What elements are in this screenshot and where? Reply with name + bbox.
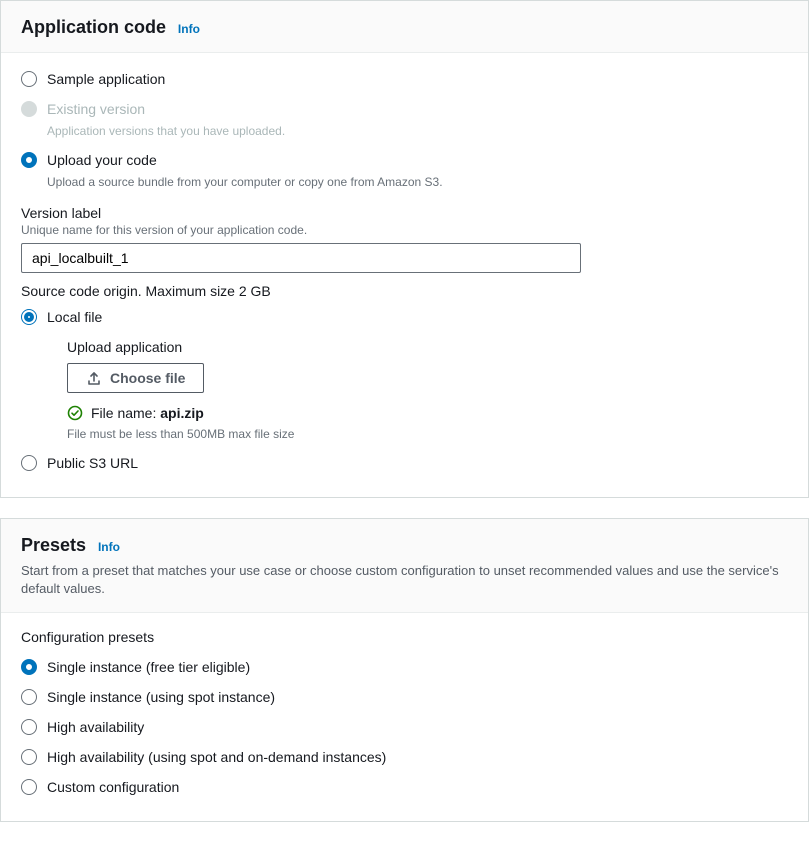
radio-label: Local file [47, 307, 102, 327]
radio-label: Upload your code [47, 150, 157, 170]
local-file-section: Upload application Choose file [47, 339, 788, 441]
radio-icon-selected[interactable] [21, 309, 37, 325]
radio-option-custom-configuration[interactable]: Custom configuration [21, 777, 788, 797]
configuration-presets-heading: Configuration presets [21, 629, 788, 645]
presets-header: Presets Info Start from a preset that ma… [1, 519, 808, 613]
radio-option-high-availability[interactable]: High availability [21, 717, 788, 737]
application-code-header: Application code Info [1, 1, 808, 53]
radio-option-single-instance-spot[interactable]: Single instance (using spot instance) [21, 687, 788, 707]
choose-file-label: Choose file [110, 370, 185, 386]
radio-label: Sample application [47, 69, 165, 89]
radio-option-existing-version: Existing version Application versions th… [21, 99, 788, 140]
radio-option-upload-your-code[interactable]: Upload your code Upload a source bundle … [21, 150, 788, 191]
uploaded-file-row: File name: api.zip [67, 405, 788, 421]
radio-icon[interactable] [21, 455, 37, 471]
presets-info-link[interactable]: Info [98, 540, 120, 554]
radio-label: High availability [47, 717, 144, 737]
presets-radio-group: Single instance (free tier eligible) Sin… [21, 657, 788, 797]
radio-label: High availability (using spot and on-dem… [47, 747, 386, 767]
file-size-hint: File must be less than 500MB max file si… [67, 427, 788, 441]
version-label-input[interactable] [21, 243, 581, 273]
check-circle-icon [67, 405, 83, 421]
radio-label: Single instance (using spot instance) [47, 687, 275, 707]
radio-option-local-file[interactable]: Local file [21, 307, 788, 327]
application-code-body: Sample application Existing version Appl… [1, 53, 808, 497]
radio-icon-selected[interactable] [21, 152, 37, 168]
presets-panel: Presets Info Start from a preset that ma… [0, 518, 809, 822]
radio-icon[interactable] [21, 689, 37, 705]
radio-icon-disabled [21, 101, 37, 117]
application-code-info-link[interactable]: Info [178, 22, 200, 36]
radio-icon[interactable] [21, 719, 37, 735]
radio-icon[interactable] [21, 749, 37, 765]
radio-label: Public S3 URL [47, 453, 138, 473]
radio-description: Application versions that you have uploa… [47, 123, 788, 140]
radio-label: Existing version [47, 99, 145, 119]
application-code-panel: Application code Info Sample application… [0, 0, 809, 498]
upload-application-label: Upload application [67, 339, 788, 355]
presets-body: Configuration presets Single instance (f… [1, 613, 808, 821]
radio-icon[interactable] [21, 71, 37, 87]
radio-option-sample-application[interactable]: Sample application [21, 69, 788, 89]
radio-icon[interactable] [21, 779, 37, 795]
version-label-label: Version label [21, 205, 788, 221]
presets-title: Presets [21, 535, 86, 555]
version-label-field: Version label Unique name for this versi… [21, 205, 788, 273]
radio-label: Single instance (free tier eligible) [47, 657, 250, 677]
application-code-title: Application code [21, 17, 166, 37]
radio-description: Upload a source bundle from your compute… [47, 174, 788, 191]
upload-icon [86, 370, 102, 386]
presets-description: Start from a preset that matches your us… [21, 562, 788, 598]
radio-option-public-s3-url[interactable]: Public S3 URL [21, 453, 788, 473]
radio-option-single-instance[interactable]: Single instance (free tier eligible) [21, 657, 788, 677]
choose-file-button[interactable]: Choose file [67, 363, 204, 393]
radio-icon-selected[interactable] [21, 659, 37, 675]
source-origin-heading: Source code origin. Maximum size 2 GB [21, 283, 788, 299]
file-name-text: File name: api.zip [91, 405, 204, 421]
version-label-desc: Unique name for this version of your app… [21, 223, 788, 237]
code-source-radio-group: Sample application Existing version Appl… [21, 69, 788, 191]
radio-label: Custom configuration [47, 777, 179, 797]
radio-option-high-availability-spot[interactable]: High availability (using spot and on-dem… [21, 747, 788, 767]
